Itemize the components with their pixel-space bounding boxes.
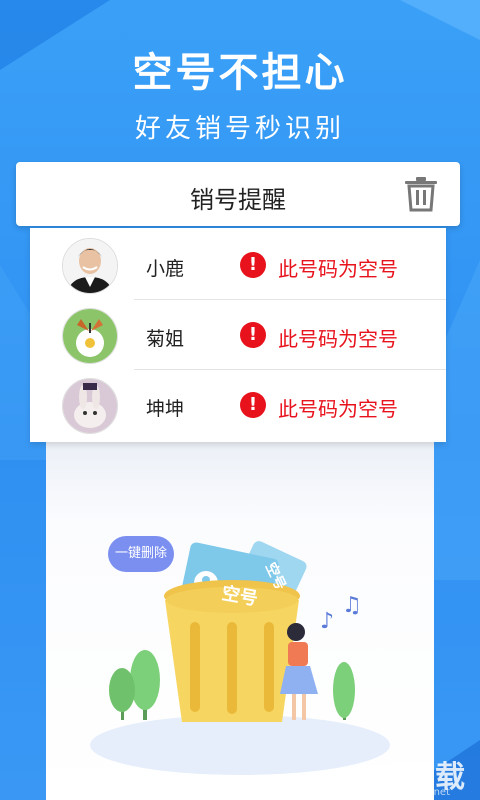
delete-all-bubble: 一键删除 — [108, 536, 174, 572]
subline: 好友销号秒识别 — [134, 114, 345, 144]
background-facet — [400, 0, 480, 40]
headline: 空号不担心 — [132, 50, 348, 96]
header-title: 销号提醒 — [190, 186, 286, 214]
contact-name: 菊姐 — [146, 328, 185, 350]
avatar — [62, 378, 118, 434]
contact-status: 此号码为空号 — [278, 327, 398, 351]
contact-row[interactable]: 坤坤 ! 此号码为空号 — [30, 370, 446, 440]
contact-list: 小鹿 ! 此号码为空号 菊姐 ! 此号码为空号 坤坤 ! 此号码为空号 — [30, 228, 446, 442]
svg-text:♫: ♫ — [342, 593, 362, 618]
warning-icon: ! — [240, 252, 266, 278]
trash-icon[interactable] — [404, 176, 438, 212]
contact-row[interactable]: 菊姐 ! 此号码为空号 — [30, 300, 446, 370]
reminder-header: 销号提醒 — [16, 162, 460, 226]
contact-name: 小鹿 — [146, 258, 185, 280]
svg-text:♪: ♪ — [320, 609, 334, 634]
watermark-url: www.kkx.net — [386, 787, 450, 798]
avatar — [62, 308, 118, 364]
warning-icon: ! — [240, 392, 266, 418]
warning-icon: ! — [240, 322, 266, 348]
contact-row[interactable]: 小鹿 ! 此号码为空号 — [30, 230, 446, 300]
avatar — [62, 238, 118, 294]
contact-status: 此号码为空号 — [278, 397, 398, 421]
contact-name: 坤坤 — [146, 398, 185, 420]
contact-status: 此号码为空号 — [278, 257, 398, 281]
